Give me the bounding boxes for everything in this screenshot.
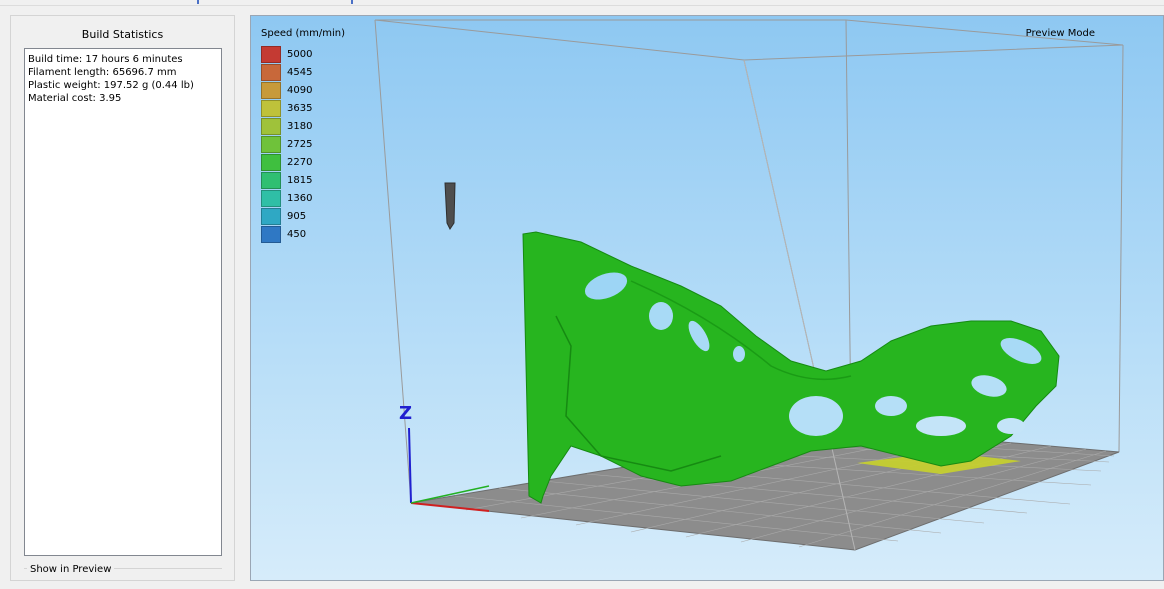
legend-value: 4545 xyxy=(287,67,313,78)
tab-marker xyxy=(197,0,199,4)
legend-swatch xyxy=(261,226,281,243)
plastic-weight-line: Plastic weight: 197.52 g (0.44 lb) xyxy=(28,80,194,91)
panel-title: Build Statistics xyxy=(81,28,164,41)
build-statistics-text[interactable]: Build time: 17 hours 6 minutes Filament … xyxy=(24,48,222,556)
legend-swatch xyxy=(261,118,281,135)
legend-swatch xyxy=(261,154,281,171)
legend-swatch xyxy=(261,136,281,153)
legend-swatch xyxy=(261,172,281,189)
legend-swatch xyxy=(261,208,281,225)
legend-swatch xyxy=(261,100,281,117)
extruder-nozzle xyxy=(444,182,456,230)
legend-value: 3180 xyxy=(287,121,313,132)
top-toolbar-edge xyxy=(0,0,1164,6)
build-statistics-panel: Build Statistics Build time: 17 hours 6 … xyxy=(10,15,235,581)
legend-value: 1815 xyxy=(287,175,313,186)
legend-swatch xyxy=(261,64,281,81)
legend-value: 450 xyxy=(287,229,307,240)
preview-mode-label: Preview Mode xyxy=(1025,28,1095,39)
speed-legend-title: Speed (mm/min) xyxy=(261,28,346,39)
legend-swatch xyxy=(261,190,281,207)
preview-viewport[interactable]: Z Speed (mm/min) 5000 4545 4090 3635 318… xyxy=(250,15,1164,581)
scene-3d[interactable]: Z xyxy=(251,16,1164,581)
legend-swatch xyxy=(261,82,281,99)
show-in-preview-label: Show in Preview xyxy=(27,564,115,575)
z-axis-line xyxy=(408,427,412,504)
legend-value: 2725 xyxy=(287,139,313,150)
legend-value: 5000 xyxy=(287,49,313,60)
legend-value: 2270 xyxy=(287,157,313,168)
legend-swatch xyxy=(261,46,281,63)
legend-value: 3635 xyxy=(287,103,313,114)
build-time-line: Build time: 17 hours 6 minutes xyxy=(28,54,183,65)
legend-value: 4090 xyxy=(287,85,313,96)
legend-value: 905 xyxy=(287,211,307,222)
material-cost-line: Material cost: 3.95 xyxy=(28,93,122,104)
filament-length-line: Filament length: 65696.7 mm xyxy=(28,67,177,78)
legend-value: 1360 xyxy=(287,193,313,204)
tab-marker xyxy=(351,0,353,4)
z-axis-label: Z xyxy=(399,403,412,424)
